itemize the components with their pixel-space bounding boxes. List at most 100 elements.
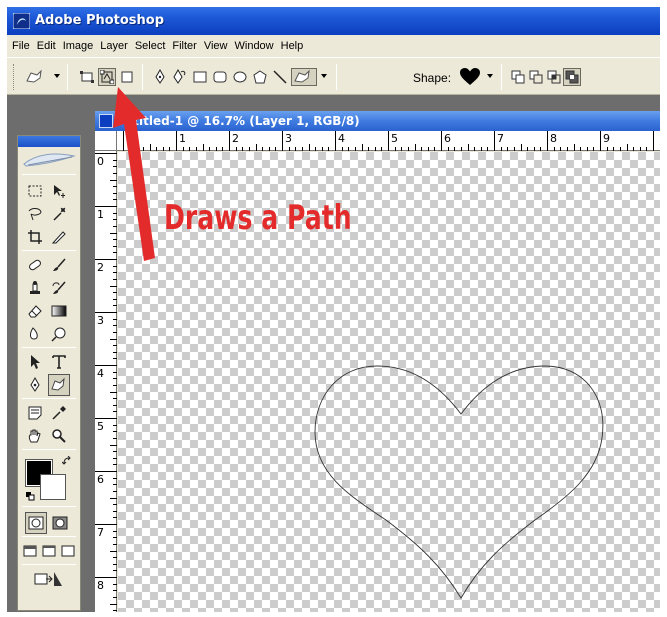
custom-shape-option[interactable] (291, 68, 317, 86)
default-colors-icon[interactable] (26, 492, 35, 501)
document-title-bar[interactable]: Untitled-1 @ 16.7% (Layer 1, RGB/8) (95, 111, 660, 131)
full-screen-menu-mode[interactable] (40, 540, 58, 562)
add-shape-icon (511, 70, 525, 84)
preset-dropdown-arrow[interactable] (54, 74, 60, 78)
ellipse-icon (233, 71, 247, 83)
vertical-ruler[interactable]: 0 1 2 3 4 5 6 7 8 (95, 151, 117, 612)
crop-tool[interactable] (24, 226, 46, 248)
brush-tool[interactable] (48, 254, 70, 276)
notes-icon (28, 406, 42, 420)
ruler-label: 2 (97, 261, 104, 274)
notes-tool[interactable] (24, 402, 46, 424)
quick-mask-icon (52, 516, 68, 530)
gradient-tool[interactable] (48, 300, 70, 322)
ruler-label: 4 (97, 367, 104, 380)
separator (22, 398, 76, 399)
tool-preset-picker[interactable] (23, 68, 49, 86)
tools-palette-header[interactable] (18, 136, 80, 147)
quick-mask-button[interactable] (49, 512, 71, 534)
menu-layer[interactable]: Layer (100, 40, 134, 52)
subtract-shape-icon (529, 70, 543, 84)
menu-select[interactable]: Select (135, 40, 172, 52)
menu-filter[interactable]: Filter (172, 40, 202, 52)
freeform-pen-option[interactable] (171, 68, 189, 86)
clone-stamp-tool[interactable] (24, 277, 46, 299)
swap-colors-icon[interactable] (61, 455, 72, 466)
rectangle-tool-option[interactable] (191, 68, 209, 86)
shape-picker[interactable] (458, 68, 482, 86)
move-icon (54, 185, 65, 198)
add-to-shape-area-button[interactable] (509, 68, 527, 86)
horizontal-ruler[interactable]: 1 2 3 4 5 6 7 8 9 (117, 131, 660, 151)
jump-to-imageready-button[interactable] (30, 568, 68, 590)
pen-icon (155, 69, 165, 84)
eraser-tool[interactable] (24, 300, 46, 322)
ruler-label: 9 (603, 132, 610, 145)
menu-window[interactable]: Window (235, 40, 280, 52)
blur-tool[interactable] (24, 323, 46, 345)
separator (22, 449, 76, 450)
standard-mode-button[interactable] (25, 512, 47, 534)
menu-image[interactable]: Image (63, 40, 100, 52)
slice-tool[interactable] (48, 226, 70, 248)
rounded-rectangle-option[interactable] (211, 68, 229, 86)
magic-wand-tool[interactable] (48, 203, 70, 225)
background-color-swatch[interactable] (40, 474, 66, 500)
exclude-overlapping-button[interactable] (563, 68, 581, 86)
custom-shape-tool[interactable] (48, 374, 70, 396)
subtract-shape-area-button[interactable] (527, 68, 545, 86)
menu-file[interactable]: File (12, 40, 36, 52)
dodge-tool[interactable] (48, 323, 70, 345)
menu-view[interactable]: View (204, 40, 234, 52)
line-tool-option[interactable] (271, 68, 289, 86)
paths-mode-button[interactable] (98, 68, 116, 86)
type-tool[interactable] (48, 351, 70, 373)
pen-tool-option[interactable] (151, 68, 169, 86)
blur-icon (30, 327, 38, 340)
ruler-label: 0 (97, 155, 104, 168)
healing-brush-tool[interactable] (24, 254, 46, 276)
path-selection-icon (31, 355, 40, 369)
lasso-tool[interactable] (24, 203, 46, 225)
marquee-icon (28, 185, 42, 197)
hand-tool[interactable] (24, 425, 46, 447)
standard-screen-mode[interactable] (21, 540, 39, 562)
brush-icon (53, 258, 66, 271)
polygon-tool-option[interactable] (251, 68, 269, 86)
full-screen-mode[interactable] (59, 540, 77, 562)
stamp-icon (30, 281, 40, 294)
ruler-label: 5 (391, 132, 398, 145)
standard-mode-icon (28, 516, 44, 530)
eyedropper-tool[interactable] (48, 402, 70, 424)
path-selection-tool[interactable] (24, 351, 46, 373)
photoshop-app-icon (13, 13, 30, 29)
marquee-tool[interactable] (24, 180, 46, 202)
ruler-origin[interactable] (95, 131, 117, 151)
ellipse-tool-option[interactable] (231, 68, 249, 86)
intersect-shape-areas-button[interactable] (545, 68, 563, 86)
pen-tool[interactable] (24, 374, 46, 396)
separator (67, 64, 68, 90)
dodge-icon (51, 327, 66, 342)
fill-pixels-button[interactable] (118, 68, 136, 86)
ruler-label: 3 (285, 132, 292, 145)
menu-help[interactable]: Help (281, 40, 310, 52)
shape-dropdown-arrow[interactable] (487, 74, 493, 78)
shape-layers-icon (80, 71, 94, 83)
title-bar[interactable]: Adobe Photoshop (7, 7, 660, 35)
move-tool[interactable] (48, 180, 70, 202)
options-bar: Shape: (7, 57, 660, 95)
menu-edit[interactable]: Edit (37, 40, 62, 52)
document-window: Untitled-1 @ 16.7% (Layer 1, RGB/8) 1 2 … (95, 111, 660, 612)
exclude-shape-icon (565, 70, 579, 84)
healing-brush-icon (29, 259, 41, 271)
shape-layers-button[interactable] (78, 68, 96, 86)
zoom-tool[interactable] (48, 425, 70, 447)
screen-mode-icon (42, 545, 56, 557)
geometry-options-arrow[interactable] (321, 74, 327, 78)
history-brush-tool[interactable] (48, 277, 70, 299)
options-bar-grip[interactable] (13, 64, 16, 90)
separator (142, 64, 143, 90)
ruler-label: 4 (338, 132, 345, 145)
ruler-label: 1 (97, 208, 104, 221)
